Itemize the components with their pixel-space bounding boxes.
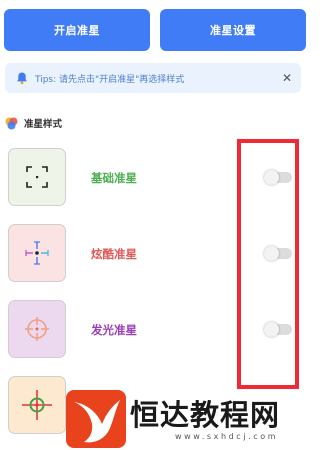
cool-crosshair-icon (25, 241, 49, 265)
style-label-basic: 基础准星 (91, 171, 137, 185)
highlight-frame (237, 139, 299, 389)
close-icon[interactable]: ✕ (282, 71, 292, 85)
tips-banner: Tips: 请先点击"开启准星"再选择样式 ✕ (5, 63, 301, 93)
watermark-title: 恒达教程网 (130, 398, 281, 432)
cool-crosshair-thumbnail[interactable] (8, 224, 66, 282)
section-title: 准星样式 (4, 114, 62, 132)
start-crosshair-button[interactable]: 开启准星 (4, 9, 150, 51)
crosshair-settings-button[interactable]: 准星设置 (160, 9, 306, 51)
style-label-glow: 发光准星 (91, 323, 137, 337)
watermark-logo-icon (66, 390, 126, 448)
style-label-cool: 炫酷准星 (91, 247, 137, 261)
bell-icon (17, 72, 27, 85)
watermark-url: www.sxhdcj.com (175, 432, 279, 441)
target-crosshair-icon (22, 390, 52, 420)
basic-crosshair-thumbnail[interactable] (8, 148, 66, 206)
glow-crosshair-thumbnail[interactable] (8, 300, 66, 358)
style-palette-icon (5, 117, 18, 129)
target-crosshair-thumbnail[interactable] (8, 376, 66, 434)
basic-crosshair-icon (26, 166, 48, 188)
section-title-text: 准星样式 (24, 119, 63, 130)
watermark: 恒达教程网 www.sxhdcj.com (66, 389, 315, 450)
tips-text: Tips: 请先点击"开启准星"再选择样式 (35, 74, 185, 85)
glow-crosshair-icon (25, 317, 49, 341)
